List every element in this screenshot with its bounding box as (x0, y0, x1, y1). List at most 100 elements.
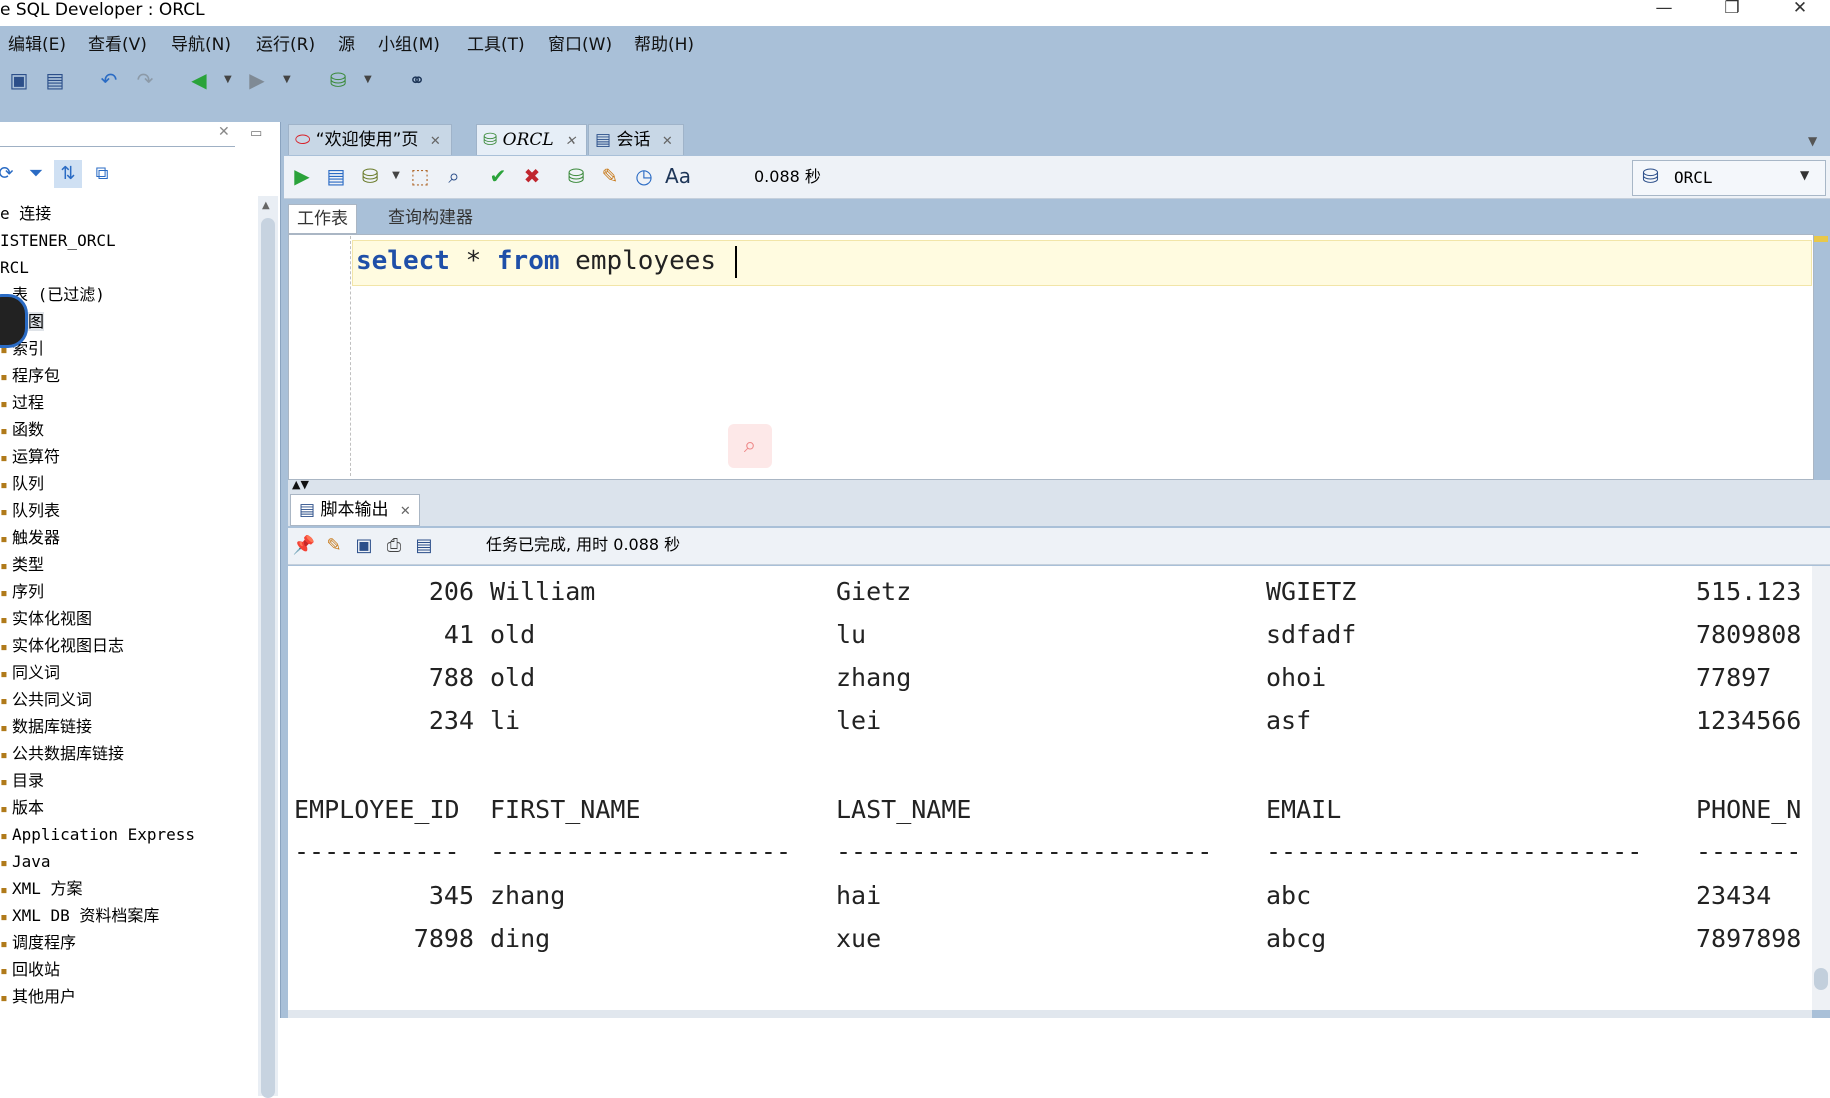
menu-help[interactable]: 帮助(H) (634, 30, 694, 60)
save-output-icon[interactable]: ▣ (350, 532, 378, 560)
menu-tools[interactable]: 工具(T) (467, 30, 525, 60)
redo-icon[interactable]: ↷ (132, 66, 158, 94)
autotrace-icon[interactable]: ⛁ (356, 162, 384, 190)
minimize-button[interactable]: — (1636, 0, 1692, 18)
save-all-icon[interactable]: ▤ (42, 66, 68, 94)
tree-item-listener[interactable]: ISTENER_ORCL (0, 229, 116, 253)
tab-sessions[interactable]: ▤ 会话 ✕ (588, 124, 684, 155)
navigator-filter-field[interactable] (0, 124, 235, 147)
back-icon[interactable]: ◀ (186, 66, 212, 94)
close-tab-icon[interactable]: ✕ (400, 504, 411, 519)
tab-orcl-worksheet[interactable]: ⛁ ORCL ✕ (476, 124, 588, 155)
tab-worksheet[interactable]: 工作表 (288, 204, 357, 234)
menu-view[interactable]: 查看(V) (88, 30, 147, 60)
tree-item-xml-db-repository[interactable]: ▪ XML DB 资料档案库 (0, 904, 159, 928)
tree-item-other-users[interactable]: ▪ 其他用户 (0, 985, 76, 1009)
close-tab-icon[interactable]: ✕ (662, 134, 673, 149)
format-case-icon[interactable]: Aa (664, 162, 692, 190)
clear-output-icon[interactable]: ✎ (320, 532, 348, 560)
forward-icon[interactable]: ▶ (244, 66, 270, 94)
sql-statement[interactable]: select * from employees (356, 244, 716, 278)
tree-item-queue-tables[interactable]: ▪ 队列表 (0, 499, 60, 523)
output-horizontal-scrollbar[interactable] (288, 1010, 1812, 1018)
tree-item-java[interactable]: ▪ Java (0, 850, 51, 874)
print-icon[interactable]: ⎙ (380, 532, 408, 560)
tree-item-materialized-views[interactable]: ▪ 实体化视图 (0, 607, 92, 631)
tree-item-sequences[interactable]: ▪ 序列 (0, 580, 44, 604)
editor-gutter (350, 236, 351, 476)
sql-dropdown-icon[interactable]: ▼ (364, 74, 372, 85)
sql-history-icon[interactable]: ◷ (630, 162, 658, 190)
schema-browser-icon[interactable]: ⇅ (54, 160, 82, 188)
rollback-icon[interactable]: ✖ (518, 162, 546, 190)
menu-edit[interactable]: 编辑(E) (8, 30, 66, 60)
tab-script-output[interactable]: ▤ 脚本输出 ✕ (290, 494, 420, 526)
script-output-text[interactable]: 206 William Gietz WGIETZ 515.123 41 old … (288, 566, 1812, 1010)
tree-item-procedures[interactable]: ▪ 过程 (0, 391, 44, 415)
connection-select[interactable] (1632, 160, 1826, 196)
pin-icon[interactable]: 📌 (290, 532, 318, 560)
tree-item-public-synonyms[interactable]: ▪ 公共同义词 (0, 688, 92, 712)
close-tab-icon[interactable]: ✕ (430, 134, 441, 149)
tab-welcome-page[interactable]: ⬭ “欢迎使用”页 ✕ (288, 124, 452, 155)
sql-keyword: from (496, 246, 560, 276)
commit-icon[interactable]: ✔ (484, 162, 512, 190)
menu-team[interactable]: 小组(M) (378, 30, 440, 60)
restore-button[interactable]: ❐ (1704, 0, 1760, 18)
tree-item-editions[interactable]: ▪ 版本 (0, 796, 44, 820)
back-dropdown-icon[interactable]: ▼ (224, 74, 232, 85)
tree-item-types[interactable]: ▪ 类型 (0, 553, 44, 577)
tree-item-packages[interactable]: ▪ 程序包 (0, 364, 60, 388)
tree-item-xml-schemas[interactable]: ▪ XML 方案 (0, 877, 83, 901)
menu-source[interactable]: 源 (338, 30, 355, 60)
tab-list-dropdown-icon[interactable]: ▼ (1808, 134, 1817, 148)
search-icon[interactable]: ⌕ (728, 424, 772, 468)
new-connection-icon[interactable]: ⧉ (88, 160, 116, 188)
close-tab-icon[interactable]: ✕ (565, 134, 576, 149)
tab-query-builder[interactable]: 查询构建器 (380, 204, 481, 232)
tree-label: 版本 (12, 798, 45, 817)
sql-worksheet-icon[interactable]: ⛁ (325, 66, 351, 94)
refresh-icon[interactable]: ⟳ (0, 160, 20, 188)
filter-icon[interactable]: ⏷ (22, 160, 50, 188)
tree-item-functions[interactable]: ▪ 函数 (0, 418, 44, 442)
unshared-sql-icon[interactable]: ⛁ (562, 162, 590, 190)
menu-navigate[interactable]: 导航(N) (171, 30, 231, 60)
tree-item-db-links[interactable]: ▪ 数据库链接 (0, 715, 92, 739)
forward-dropdown-icon[interactable]: ▼ (283, 74, 291, 85)
pane-splitter[interactable] (288, 480, 1830, 492)
clear-filter-icon[interactable]: ✕ (218, 124, 230, 140)
tree-item-operators[interactable]: ▪ 运算符 (0, 445, 60, 469)
chevron-down-icon[interactable]: ▼ (1800, 168, 1809, 182)
collapse-arrows-icon[interactable]: ▲▼ (292, 478, 309, 491)
tree-item-directories[interactable]: ▪ 目录 (0, 769, 44, 793)
tree-item-synonyms[interactable]: ▪ 同义词 (0, 661, 60, 685)
menu-window[interactable]: 窗口(W) (548, 30, 612, 60)
open-file-icon[interactable]: ▤ (410, 532, 438, 560)
sql-tuning-icon[interactable]: ⌕ (440, 162, 468, 190)
tree-label: 目录 (12, 771, 45, 790)
tree-item-connections[interactable]: e 连接 (0, 202, 51, 226)
minimize-panel-icon[interactable]: ▭ (250, 126, 262, 141)
explain-plan-icon[interactable]: ⬚ (406, 162, 434, 190)
output-scrollbar[interactable] (1812, 566, 1830, 1010)
save-icon[interactable]: ▣ (6, 66, 32, 94)
output-scroll-thumb[interactable] (1814, 968, 1828, 990)
tree-item-public-db-links[interactable]: ▪ 公共数据库链接 (0, 742, 124, 766)
tree-item-mview-logs[interactable]: ▪ 实体化视图日志 (0, 634, 124, 658)
tree-item-recycle-bin[interactable]: ▪ 回收站 (0, 958, 60, 982)
tree-item-scheduler[interactable]: ▪ 调度程序 (0, 931, 76, 955)
tree-item-triggers[interactable]: ▪ 触发器 (0, 526, 60, 550)
run-statement-icon[interactable]: ▶ (288, 162, 316, 190)
navigator-scroll-thumb[interactable] (261, 218, 275, 1098)
tree-item-application-express[interactable]: ▪ Application Express (0, 823, 195, 847)
scroll-up-icon[interactable]: ▲ (262, 200, 270, 211)
tree-item-orcl[interactable]: RCL (0, 256, 29, 280)
binoculars-icon[interactable]: ⚭ (404, 66, 430, 94)
clear-icon[interactable]: ✎ (596, 162, 624, 190)
undo-icon[interactable]: ↶ (96, 66, 122, 94)
menu-run[interactable]: 运行(R) (256, 30, 315, 60)
tree-item-queues[interactable]: ▪ 队列 (0, 472, 44, 496)
run-script-icon[interactable]: ▤ (322, 162, 350, 190)
close-button[interactable]: ✕ (1772, 0, 1828, 18)
